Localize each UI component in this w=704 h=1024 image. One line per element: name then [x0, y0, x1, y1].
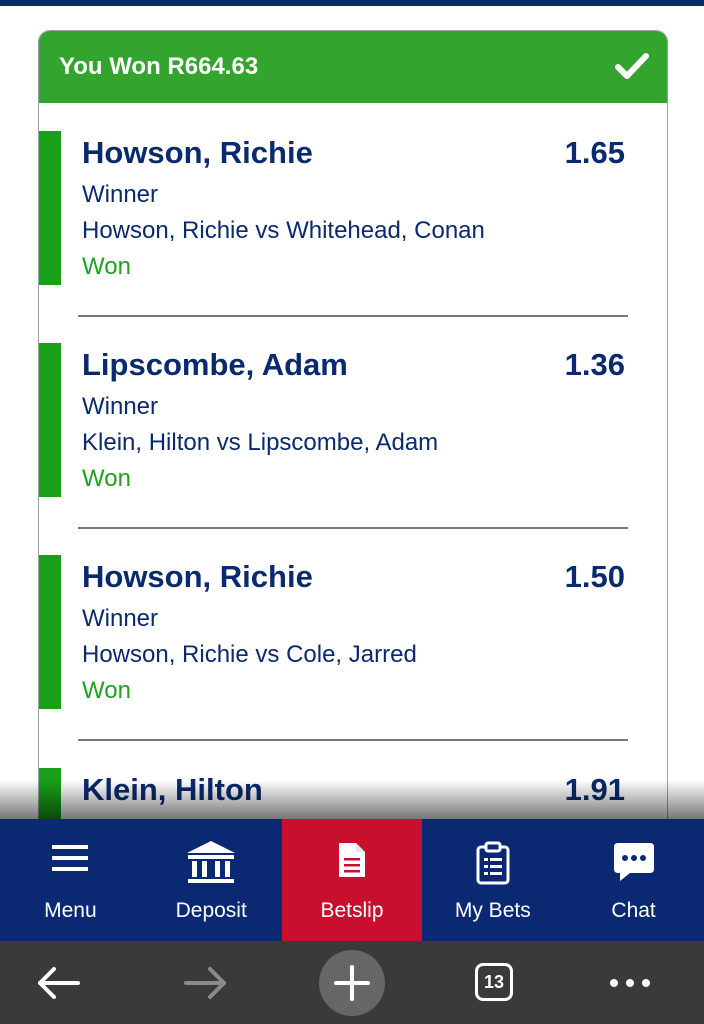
back-arrow-icon[interactable] [36, 965, 82, 1001]
bottom-navigation: Menu Deposit Betslip My Bets Chat [0, 819, 704, 941]
selection-odds: 1.65 [564, 135, 625, 170]
bet-status: Won [82, 465, 131, 492]
nav-label: Chat [611, 899, 656, 922]
selection-name: Howson, Richie [82, 135, 313, 170]
nav-my-bets[interactable]: My Bets [422, 819, 563, 941]
checkmark-icon [615, 53, 649, 79]
bet-status: Won [82, 677, 131, 704]
nav-shadow [0, 780, 704, 820]
browser-toolbar: 13 [0, 941, 704, 1024]
bet-status: Won [82, 253, 131, 280]
won-indicator-bar [39, 343, 61, 497]
tab-count-button[interactable]: 13 [475, 963, 513, 1001]
top-edge-strip [0, 0, 704, 6]
nav-deposit[interactable]: Deposit [141, 819, 282, 941]
selection-name: Lipscombe, Adam [82, 347, 348, 382]
event-name: Howson, Richie vs Whitehead, Conan [82, 217, 485, 244]
nav-label: Deposit [175, 899, 247, 922]
forward-arrow-icon[interactable] [182, 965, 228, 1001]
divider [78, 527, 628, 529]
win-banner: You Won R664.63 [39, 31, 667, 103]
plus-icon [334, 965, 370, 1001]
won-indicator-bar [39, 131, 61, 285]
nav-chat[interactable]: Chat [563, 819, 704, 941]
nav-label: Menu [44, 899, 97, 922]
won-indicator-bar [39, 555, 61, 709]
divider [78, 739, 628, 741]
more-options-icon[interactable] [606, 975, 654, 991]
divider [78, 315, 628, 317]
bet-result-card: You Won R664.63 Howson, Richie 1.65 Winn… [38, 30, 668, 892]
market-name: Winner [82, 181, 159, 208]
market-name: Winner [82, 393, 159, 420]
selection-odds: 1.36 [564, 347, 625, 382]
nav-betslip[interactable]: Betslip [281, 819, 423, 941]
hamburger-icon [52, 845, 89, 871]
event-name: Howson, Richie vs Cole, Jarred [82, 641, 417, 668]
nav-menu[interactable]: Menu [0, 819, 141, 941]
nav-label: My Bets [454, 899, 531, 922]
bank-icon [187, 841, 236, 883]
document-icon [338, 843, 365, 877]
win-amount-title: You Won R664.63 [59, 53, 259, 80]
nav-label: Betslip [320, 899, 384, 922]
clipboard-icon [476, 841, 510, 885]
new-tab-button[interactable] [319, 950, 385, 1016]
event-name: Klein, Hilton vs Lipscombe, Adam [82, 429, 439, 456]
selection-odds: 1.50 [564, 559, 625, 594]
market-name: Winner [82, 605, 159, 632]
selection-name: Howson, Richie [82, 559, 313, 594]
chat-bubble-icon [613, 843, 654, 881]
